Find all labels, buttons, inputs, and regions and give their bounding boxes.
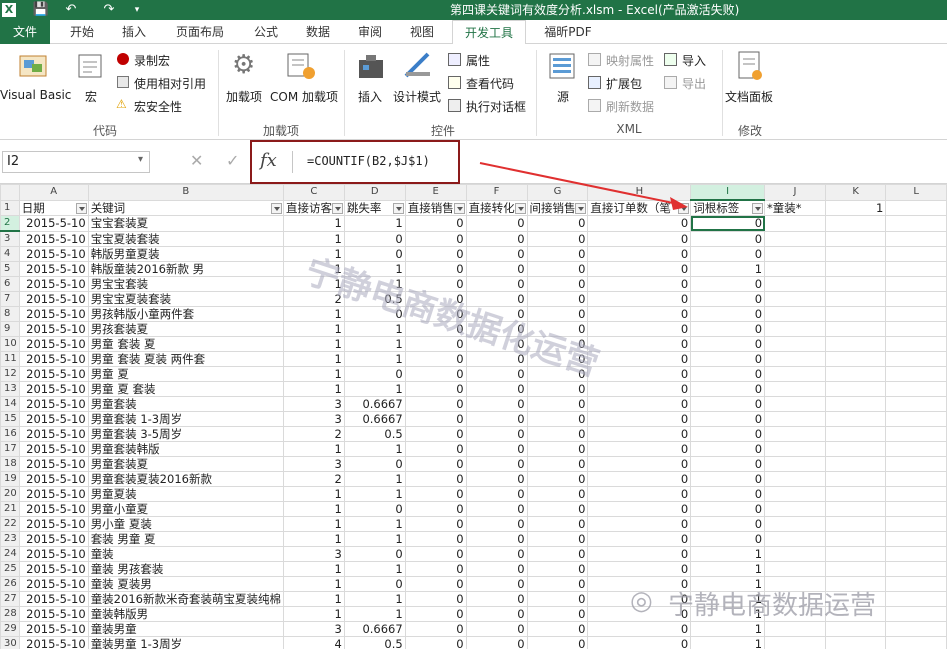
annotation-arrow: [479, 162, 679, 205]
annotation-arrowhead: [670, 197, 688, 210]
annotation-arrow-layer: [479, 162, 688, 210]
